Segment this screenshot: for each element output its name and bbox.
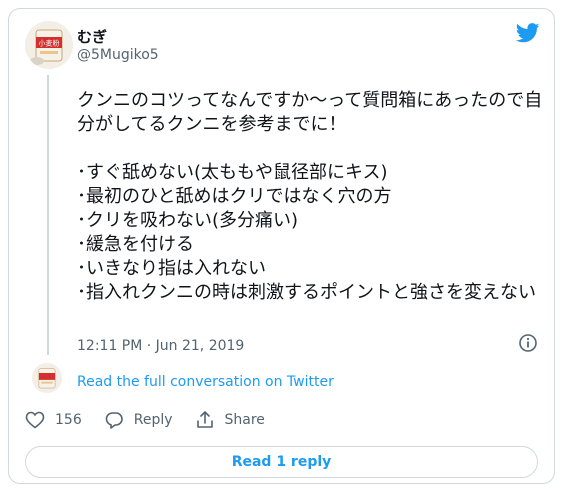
tweet-timestamp[interactable]: 12:11 PM · Jun 21, 2019 (77, 338, 244, 354)
info-icon[interactable] (518, 333, 538, 353)
action-bar: 156 Reply Share (25, 411, 287, 429)
like-button[interactable]: 156 (25, 411, 82, 429)
like-count: 156 (55, 412, 82, 428)
share-icon (196, 411, 213, 428)
reply-icon (105, 412, 123, 429)
reply-label: Reply (133, 412, 173, 428)
thread-line (47, 75, 49, 355)
conversation-avatar[interactable] (32, 363, 62, 393)
read-full-conversation-link[interactable]: Read the full conversation on Twitter (77, 374, 334, 390)
tweet-text: クンニのコツってなんですか〜って質問箱にあったので自分がしてるクンニを参考までに… (77, 90, 543, 303)
heart-icon (25, 411, 45, 429)
author-avatar[interactable]: 小麦粉 (25, 21, 73, 69)
read-replies-button[interactable]: Read 1 reply (25, 446, 538, 478)
tweet-card: 小麦粉 むぎ @5Mugiko5 クンニのコツってなんですか〜って質問箱にあった… (8, 8, 555, 484)
twitter-bird-icon[interactable] (515, 23, 540, 43)
avatar-sign-text: 小麦粉 (39, 39, 60, 48)
share-label: Share (224, 412, 265, 428)
share-button[interactable]: Share (195, 411, 265, 429)
reply-button[interactable]: Reply (104, 411, 173, 429)
author-handle[interactable]: @5Mugiko5 (77, 47, 159, 63)
author-name[interactable]: むぎ (77, 26, 107, 47)
